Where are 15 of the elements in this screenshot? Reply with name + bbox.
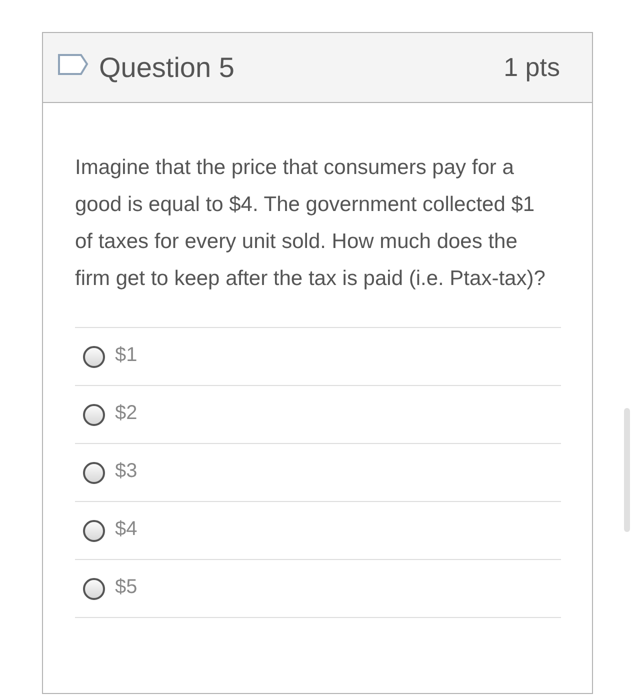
option-label: $3 [115, 458, 138, 484]
radio-button[interactable] [83, 404, 105, 426]
radio-button[interactable] [83, 462, 105, 484]
flag-icon[interactable] [57, 52, 89, 76]
scrollbar[interactable] [624, 408, 630, 532]
radio-button[interactable] [83, 346, 105, 368]
points-label: 1 pts [504, 51, 560, 84]
option-label: $1 [115, 342, 138, 368]
option-label: $4 [115, 516, 138, 542]
option-label: $2 [115, 400, 138, 426]
question-text: Imagine that the price that consumers pay for a good is equal to $4. The government collected $1 of taxes for every unit sold. How much does the firm get to keep after the tax is paid (i.e. Ptax-tax)? [75, 155, 546, 292]
radio-button[interactable] [83, 520, 105, 542]
question-title: Question 5 [99, 50, 234, 84]
radio-button[interactable] [83, 578, 105, 600]
option-label: $5 [115, 574, 138, 600]
